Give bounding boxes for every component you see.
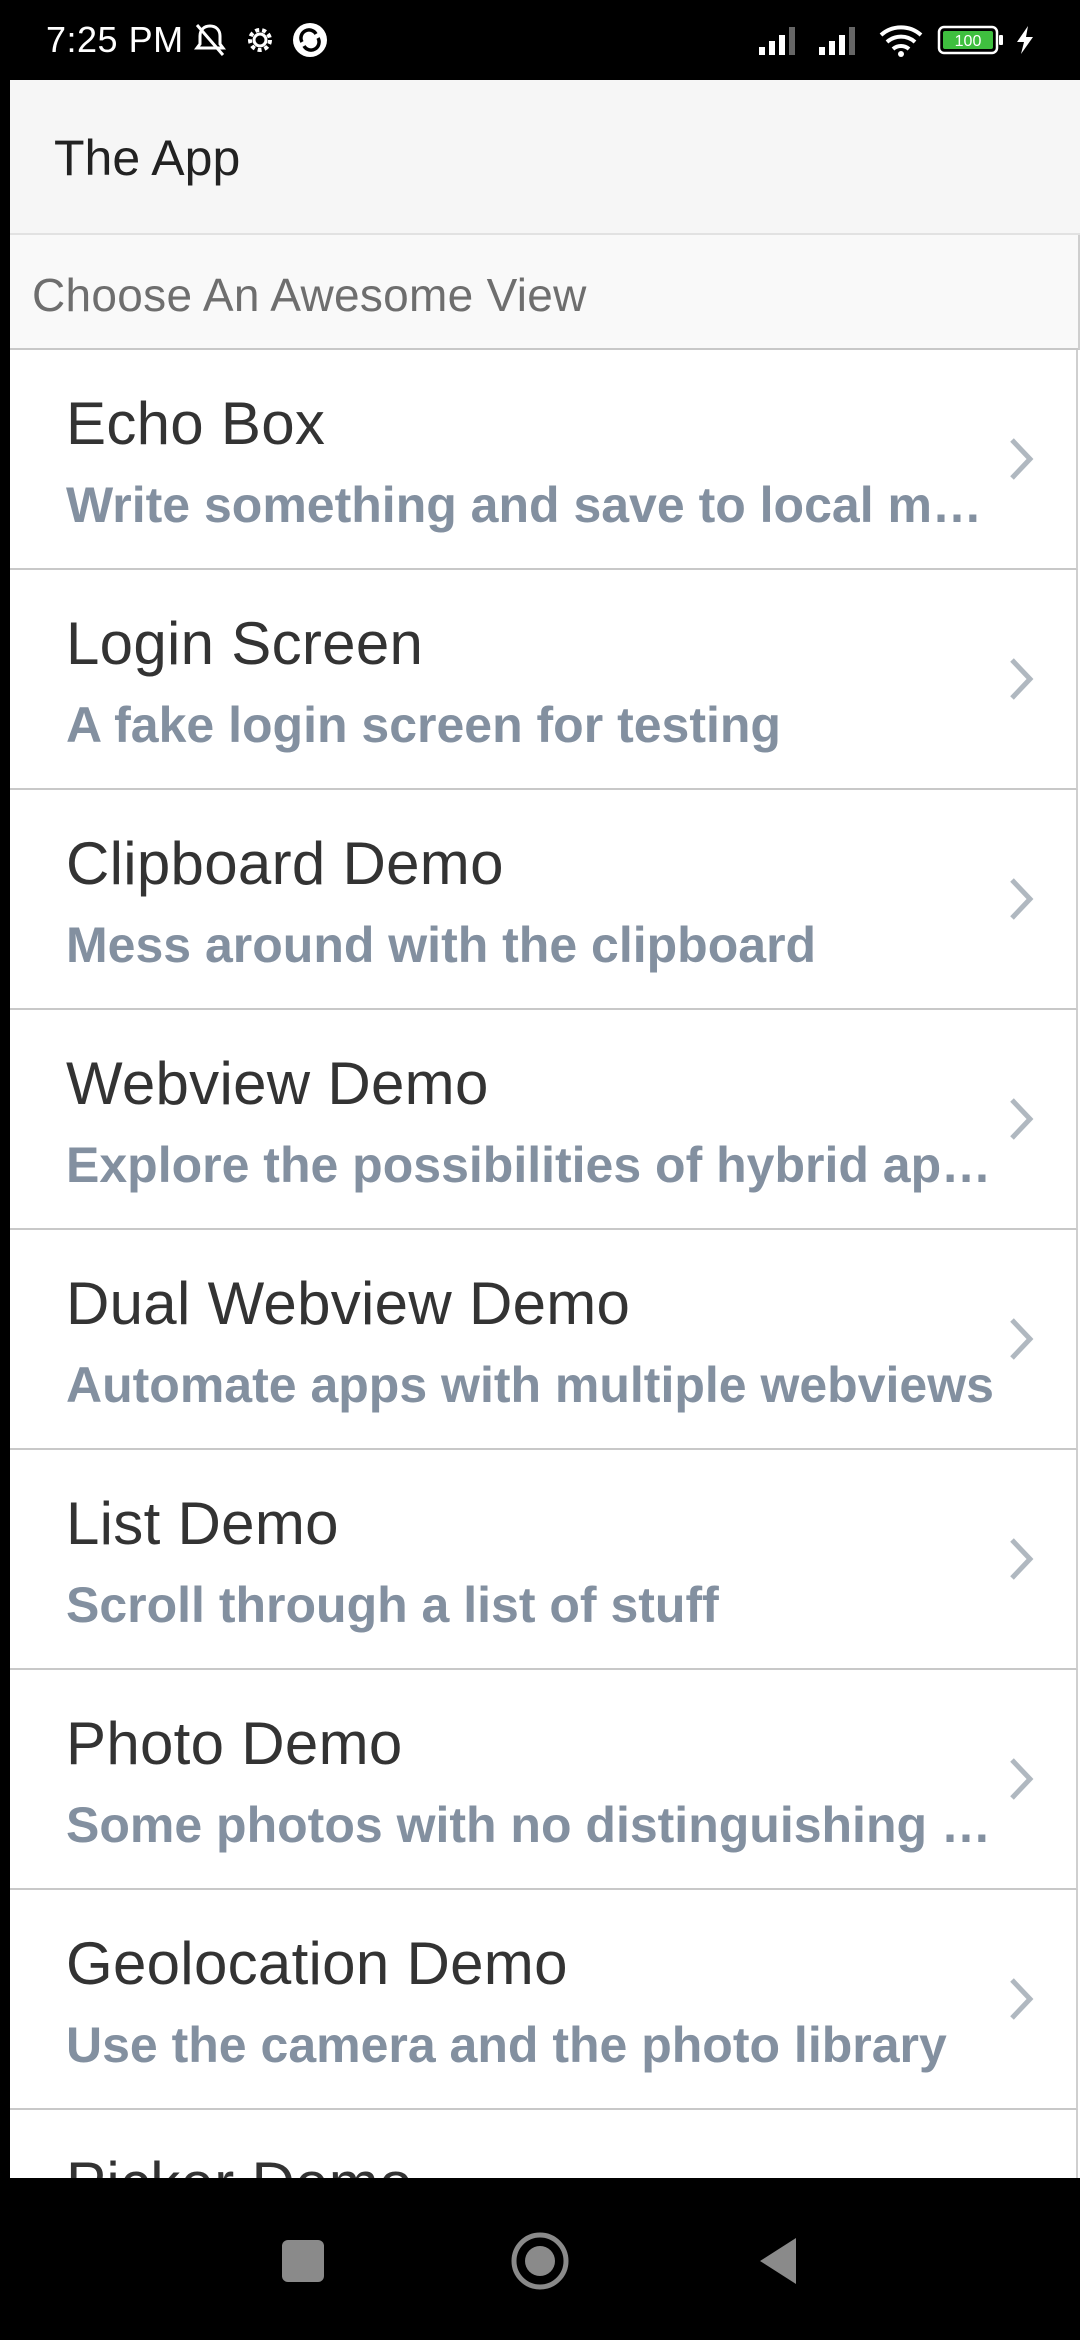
list-item-subtitle: Write something and save to local memory <box>66 477 996 533</box>
chevron-right-icon <box>1010 1538 1034 1580</box>
chevron-right-icon <box>1010 658 1034 700</box>
list-item-title: Photo Demo <box>66 1710 403 1777</box>
list-item-title: Clipboard Demo <box>66 830 504 897</box>
list-item-subtitle: Mess around with the clipboard <box>66 917 817 973</box>
list-item-title: Dual Webview Demo <box>66 1270 631 1337</box>
charging-icon <box>1010 20 1040 60</box>
app-title: The App <box>54 130 241 186</box>
list-item-photo-demo[interactable]: Photo Demo Some photos with no distingui… <box>10 1670 1078 1890</box>
app-header: The App <box>10 80 1080 235</box>
list-item-login-screen[interactable]: Login Screen A fake login screen for tes… <box>10 570 1078 790</box>
list-item-webview-demo[interactable]: Webview Demo Explore the possibilities o… <box>10 1010 1078 1230</box>
battery-icon: 100 <box>936 20 1006 60</box>
list-item-picker-demo[interactable]: Picker Demo <box>10 2110 1078 2178</box>
chevron-right-icon <box>1010 1318 1034 1360</box>
settings-gear-icon <box>240 20 280 60</box>
list-item-clipboard-demo[interactable]: Clipboard Demo Mess around with the clip… <box>10 790 1078 1010</box>
list-item-title: List Demo <box>66 1490 339 1557</box>
status-time: 7:25 PM <box>46 19 184 60</box>
home-circle-icon[interactable] <box>507 2228 573 2294</box>
list-item-list-demo[interactable]: List Demo Scroll through a list of stuff <box>10 1450 1078 1670</box>
list-item-subtitle: Scroll through a list of stuff <box>66 1577 719 1633</box>
chevron-right-icon <box>1010 1098 1034 1140</box>
views-list: Echo Box Write something and save to loc… <box>10 350 1078 2178</box>
sync-icon <box>290 20 330 60</box>
list-item-subtitle: Some photos with no distinguishing featu… <box>66 1797 996 1853</box>
list-item-title: Picker Demo <box>66 2148 413 2178</box>
list-item-title: Webview Demo <box>66 1050 489 1117</box>
section-header: Choose An Awesome View <box>10 235 1080 350</box>
list-item-subtitle: Explore the possibilities of hybrid apps <box>66 1137 996 1193</box>
list-item-echo-box[interactable]: Echo Box Write something and save to loc… <box>10 350 1078 570</box>
list-item-title: Login Screen <box>66 610 424 677</box>
wifi-icon <box>876 20 926 60</box>
app-screen: The App Choose An Awesome View Echo Box … <box>10 80 1080 2178</box>
signal-icon <box>756 20 804 60</box>
list-item-title: Echo Box <box>66 390 326 457</box>
back-triangle-icon[interactable] <box>745 2228 811 2294</box>
section-title: Choose An Awesome View <box>32 269 587 321</box>
chevron-right-icon <box>1010 1978 1034 2020</box>
chevron-right-icon <box>1010 878 1034 920</box>
list-item-subtitle: Use the camera and the photo library <box>66 2017 947 2073</box>
mute-icon <box>190 20 230 60</box>
list-item-dual-webview-demo[interactable]: Dual Webview Demo Automate apps with mul… <box>10 1230 1078 1450</box>
chevron-right-icon <box>1010 438 1034 480</box>
list-item-subtitle: A fake login screen for testing <box>66 697 781 753</box>
chevron-right-icon <box>1010 1758 1034 1800</box>
recents-square-icon[interactable] <box>270 2228 336 2294</box>
battery-level: 100 <box>955 33 982 50</box>
list-item-title: Geolocation Demo <box>66 1930 568 1997</box>
list-item-geolocation-demo[interactable]: Geolocation Demo Use the camera and the … <box>10 1890 1078 2110</box>
signal-icon-2 <box>816 20 864 60</box>
list-item-subtitle: Automate apps with multiple webviews <box>66 1357 994 1413</box>
status-bar: 7:25 PM 100 <box>0 0 1080 80</box>
navigation-bar <box>0 2178 1080 2340</box>
